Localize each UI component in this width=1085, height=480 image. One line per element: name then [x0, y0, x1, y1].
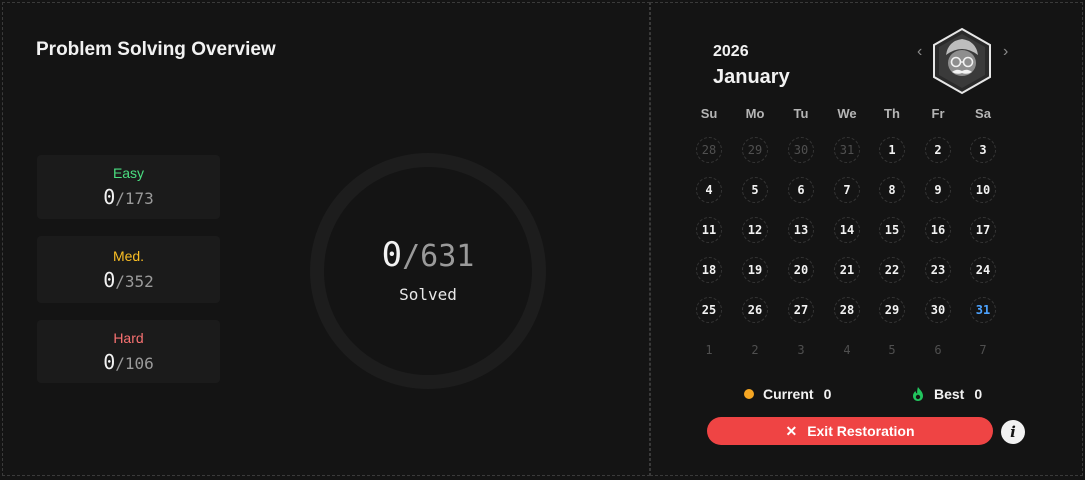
medium-count: 0/352	[37, 268, 220, 292]
calendar-day[interactable]: 3	[970, 137, 996, 163]
easy-count: 0/173	[37, 185, 220, 209]
calendar-day-next-month: 6	[934, 343, 942, 357]
next-month-icon[interactable]: ›	[1003, 43, 1008, 61]
calendar-day[interactable]: 6	[788, 177, 814, 203]
calendar-day[interactable]: 31	[970, 297, 996, 323]
calendar-day[interactable]: 22	[879, 257, 905, 283]
hard-count: 0/106	[37, 350, 220, 374]
prev-month-icon[interactable]: ‹	[917, 43, 922, 61]
current-streak-dot-icon	[744, 389, 754, 399]
medium-total: /352	[115, 272, 154, 291]
calendar-day[interactable]: 16	[925, 217, 951, 243]
hard-label: Hard	[113, 330, 144, 346]
calendar-day-next-month: 4	[843, 343, 851, 357]
calendar-day[interactable]: 8	[879, 177, 905, 203]
medium-card: Med. 0/352	[37, 236, 220, 303]
ring-count: 0/631	[310, 235, 546, 275]
exit-restoration-label: Exit Restoration	[807, 423, 915, 439]
calendar-day[interactable]: 11	[696, 217, 722, 243]
calendar-day[interactable]: 24	[970, 257, 996, 283]
ring-solved: 0	[381, 235, 403, 275]
calendar-day[interactable]: 26	[742, 297, 768, 323]
current-streak-label: Current	[763, 386, 814, 402]
calendar-day[interactable]: 25	[696, 297, 722, 323]
calendar-day[interactable]: 4	[696, 177, 722, 203]
calendar-day[interactable]: 23	[925, 257, 951, 283]
calendar-day[interactable]: 29	[879, 297, 905, 323]
calendar-day[interactable]: 10	[970, 177, 996, 203]
current-streak: Current 0	[744, 386, 831, 402]
calendar-day-prev-month: 31	[834, 137, 860, 163]
exit-restoration-button[interactable]: ✕ Exit Restoration	[707, 417, 993, 445]
weekday-th: Th	[884, 106, 900, 121]
easy-label: Easy	[112, 165, 145, 181]
info-icon[interactable]: i	[1001, 420, 1025, 444]
weekday-mo: Mo	[745, 106, 765, 121]
easy-card: Easy 0/173	[37, 155, 220, 219]
calendar-day[interactable]: 13	[788, 217, 814, 243]
weekday-fr: Fr	[931, 106, 945, 121]
easy-total: /173	[115, 189, 154, 208]
calendar-year: 2026	[713, 43, 749, 60]
ring-total: /631	[402, 239, 475, 274]
calendar-day[interactable]: 12	[742, 217, 768, 243]
calendar-day-next-month: 5	[888, 343, 896, 357]
calendar-day[interactable]: 21	[834, 257, 860, 283]
current-streak-value: 0	[823, 386, 832, 402]
best-streak-value: 0	[974, 386, 983, 402]
hard-card: Hard 0/106	[37, 320, 220, 383]
calendar-day[interactable]: 30	[925, 297, 951, 323]
weekday-sa: Sa	[975, 106, 991, 121]
ring-label: Solved	[399, 285, 457, 304]
calendar-day-prev-month: 29	[742, 137, 768, 163]
best-streak-label: Best	[934, 386, 965, 402]
calendar-month: January	[713, 66, 790, 88]
calendar-day[interactable]: 2	[925, 137, 951, 163]
easy-solved: 0	[103, 185, 116, 209]
calendar-day[interactable]: 9	[925, 177, 951, 203]
calendar-day[interactable]: 15	[879, 217, 905, 243]
calendar-day-next-month: 1	[705, 343, 713, 357]
best-streak-flame-icon	[913, 387, 923, 401]
calendar-day[interactable]: 18	[696, 257, 722, 283]
calendar-day[interactable]: 5	[742, 177, 768, 203]
calendar-day-next-month: 3	[797, 343, 805, 357]
weekday-su: Su	[700, 106, 718, 121]
calendar-day[interactable]: 19	[742, 257, 768, 283]
calendar-day[interactable]: 17	[970, 217, 996, 243]
weekday-we: We	[837, 106, 857, 121]
calendar-day[interactable]: 27	[788, 297, 814, 323]
close-icon: ✕	[785, 422, 798, 439]
medium-label: Med.	[112, 248, 145, 264]
calendar-day[interactable]: 14	[834, 217, 860, 243]
guru-avatar-icon[interactable]	[930, 27, 994, 95]
calendar-day[interactable]: 20	[788, 257, 814, 283]
calendar-day-next-month: 2	[751, 343, 759, 357]
calendar-day-prev-month: 30	[788, 137, 814, 163]
calendar-day[interactable]: 1	[879, 137, 905, 163]
overview-panel: Problem Solving Overview Easy 0/173 Med.…	[2, 2, 650, 476]
calendar-day[interactable]: 7	[834, 177, 860, 203]
weekday-tu: Tu	[793, 106, 809, 121]
medium-solved: 0	[103, 268, 116, 292]
overview-title: Problem Solving Overview	[36, 39, 276, 60]
calendar-panel: 2026 January ‹ › Su Mo Tu We Th Fr Sa 28 29 30 31…	[650, 2, 1083, 476]
calendar-day-next-month: 7	[979, 343, 987, 357]
hard-total: /106	[115, 354, 154, 373]
calendar-day-prev-month: 28	[696, 137, 722, 163]
best-streak: Best 0	[911, 386, 982, 402]
calendar-day[interactable]: 28	[834, 297, 860, 323]
hard-solved: 0	[103, 350, 116, 374]
avatar-svg	[933, 27, 991, 95]
